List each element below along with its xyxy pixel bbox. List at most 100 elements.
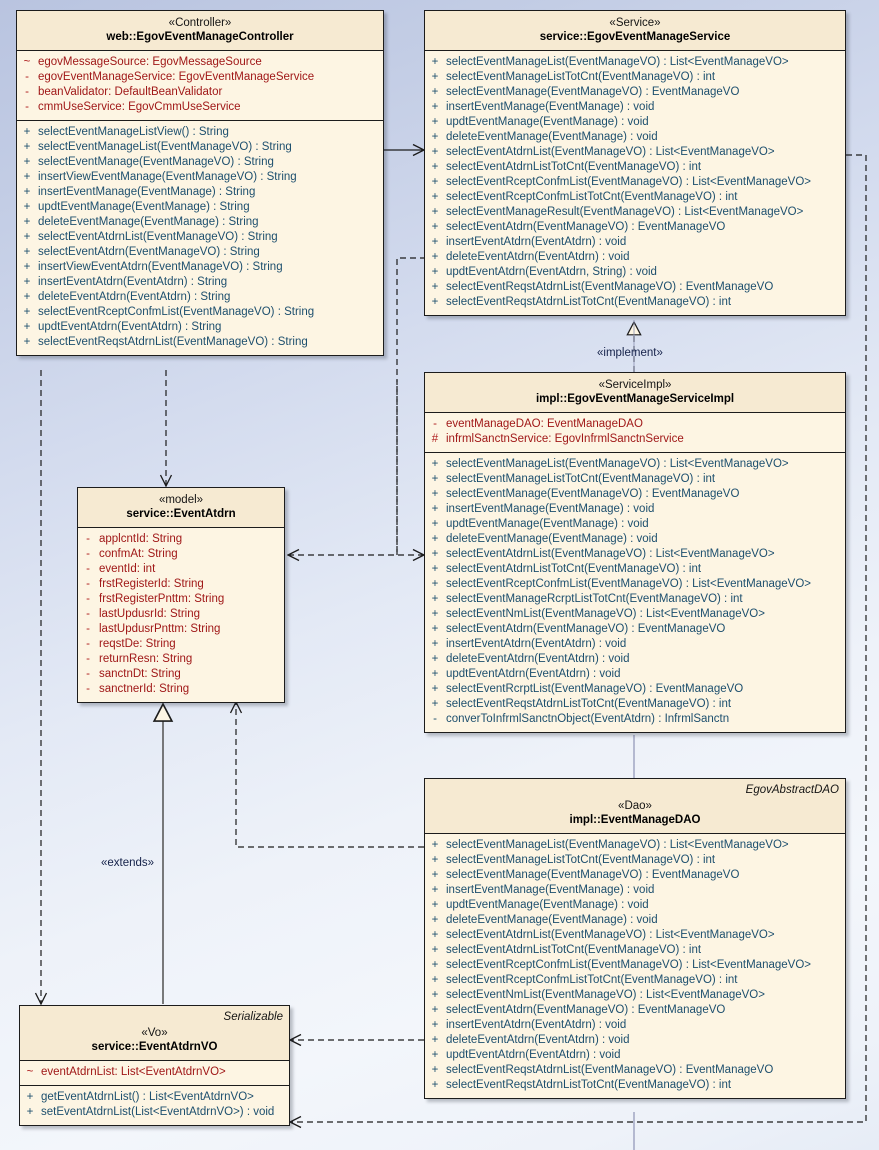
method-signature: updtEventAtdrn(EventAtdrn) : void [446,1049,621,1061]
method-row: + selectEventAtdrn(EventManageVO) : Event… [427,220,843,235]
method-signature: insertEventAtdrn(EventAtdrn) : void [446,236,627,248]
attribute-row: - lastUpdusrId: String [80,607,282,622]
visibility-marker: + [431,638,439,650]
attribute-signature: sanctnerId: String [99,683,190,695]
method-signature: selectEventAtdrnListTotCnt(EventManageVO… [446,563,702,575]
visibility-marker: + [23,201,31,213]
method-signature: insertEventAtdrn(EventAtdrn) : void [446,1019,627,1031]
method-signature: insertEventManage(EventManage) : String [38,186,256,198]
method-row: + selectEventNmList(EventManageVO) : List… [427,607,843,622]
class-box-dao[interactable]: EgovAbstractDAO «Dao» impl::EventManageD… [424,778,846,1099]
method-row: + selectEventManageListTotCnt(EventManage… [427,472,843,487]
method-row: - converToInfrmlSanctnObject(EventAtdrn) … [427,712,843,727]
method-row: + selectEventManageListTotCnt(EventManage… [427,70,843,85]
visibility-marker: + [431,578,439,590]
method-row: + selectEventManageList(EventManageVO) : … [19,140,381,155]
attribute-signature: sanctnDt: String [99,668,181,680]
visibility-marker: + [431,251,439,263]
visibility-marker: - [25,71,29,83]
method-row: + selectEventManageList(EventManageVO) : … [427,55,843,70]
class-box-service-impl[interactable]: «ServiceImpl» impl::EgovEventManageServi… [424,372,846,733]
method-signature: selectEventReqstAtdrnListTotCnt(EventMan… [446,698,732,710]
class-box-controller[interactable]: «Controller» web::EgovEventManageControl… [16,10,384,356]
class-name: impl::EgovEventManageServiceImpl [535,393,735,405]
attribute-row: ~ eventAtdrnList: List<EventAtdrnVO> [22,1065,287,1080]
method-row: + deleteEventManage(EventManage) : void [427,913,843,928]
visibility-marker: + [23,246,31,258]
visibility-marker: + [431,899,439,911]
method-row: + selectEventRceptConfmList(EventManageVO… [427,958,843,973]
method-signature: getEventAtdrnList() : List<EventAtdrnVO> [41,1091,254,1103]
visibility-marker: + [431,473,439,485]
class-box-service[interactable]: «Service» service::EgovEventManageServic… [424,10,846,316]
method-row: + selectEventReqstAtdrnList(EventManageVO… [427,280,843,295]
method-signature: converToInfrmlSanctnObject(EventAtdrn) :… [446,713,730,725]
visibility-marker: + [23,156,31,168]
visibility-marker: ~ [26,1066,34,1078]
visibility-marker: + [431,56,439,68]
methods-compartment: + selectEventManageList(EventManageVO) : … [425,834,845,1098]
class-header-dao: EgovAbstractDAO «Dao» impl::EventManageD… [425,779,845,834]
method-signature: selectEventManageList(EventManageVO) : L… [446,839,789,851]
class-name: service::EventAtdrnVO [91,1041,218,1053]
methods-compartment: + selectEventManageListView() : String + s… [17,120,383,355]
method-signature: selectEventRceptConfmList(EventManageVO)… [38,306,315,318]
visibility-marker: + [431,1004,439,1016]
method-signature: selectEventAtdrn(EventManageVO) : String [38,246,260,258]
attribute-row: # infrmlSanctnService: EgovInfrmlSanctnSe… [427,432,843,447]
method-row: + insertEventManage(EventManage) : String [19,185,381,200]
method-signature: deleteEventAtdrn(EventAtdrn) : void [446,653,630,665]
method-signature: selectEventRceptConfmList(EventManageVO)… [446,959,811,971]
methods-compartment: + getEventAtdrnList() : List<EventAtdrnVO… [20,1085,289,1125]
method-row: + insertEventAtdrn(EventAtdrn) : String [19,275,381,290]
method-row: + selectEventRceptConfmList(EventManageVO… [19,305,381,320]
method-signature: selectEventReqstAtdrnListTotCnt(EventMan… [446,1079,732,1091]
class-stereotype: «Dao» [618,800,652,812]
visibility-marker: + [431,281,439,293]
method-signature: updtEventAtdrn(EventAtdrn, String) : voi… [446,266,657,278]
method-signature: selectEventAtdrnList(EventManageVO) : Li… [446,548,775,560]
method-signature: selectEventManage(EventManageVO) : Event… [446,86,740,98]
edge-label-extends: «extends» [101,857,155,869]
method-row: + deleteEventManage(EventManage) : String [19,215,381,230]
visibility-marker: + [23,306,31,318]
edge-label-implement: «implement» [597,347,663,359]
method-signature: insertViewEventAtdrn(EventManageVO) : St… [38,261,283,273]
visibility-marker: + [431,869,439,881]
method-row: + insertEventAtdrn(EventAtdrn) : void [427,1018,843,1033]
class-box-model-event-atdrn[interactable]: «model» service::EventAtdrn - applcntId: … [77,487,285,703]
method-signature: selectEventManage(EventManageVO) : Event… [446,488,740,500]
method-row: + insertEventManage(EventManage) : void [427,100,843,115]
method-row: + selectEventRceptConfmList(EventManageVO… [427,175,843,190]
visibility-marker: + [431,296,439,308]
method-row: + updtEventManage(EventManage) : void [427,517,843,532]
visibility-marker: + [431,563,439,575]
visibility-marker: + [431,458,439,470]
method-signature: deleteEventAtdrn(EventAtdrn) : void [446,251,630,263]
visibility-marker: - [25,86,29,98]
visibility-marker: + [431,974,439,986]
method-signature: selectEventAtdrn(EventManageVO) : EventM… [446,221,726,233]
method-row: + getEventAtdrnList() : List<EventAtdrnVO… [22,1090,287,1105]
method-signature: selectEventAtdrnList(EventManageVO) : St… [38,231,278,243]
method-row: + deleteEventManage(EventManage) : void [427,130,843,145]
class-box-vo-event-atdrn-vo[interactable]: Serializable «Vo» service::EventAtdrnVO … [19,1005,290,1126]
visibility-marker: + [23,261,31,273]
visibility-marker: + [23,126,31,138]
method-row: + updtEventAtdrn(EventAtdrn, String) : vo… [427,265,843,280]
method-signature: selectEventRceptConfmListTotCnt(EventMan… [446,191,738,203]
visibility-marker: - [25,101,29,113]
uml-diagram-canvas: «Controller» web::EgovEventManageControl… [0,0,879,1150]
method-signature: selectEventManage(EventManageVO) : Strin… [38,156,274,168]
attribute-row: - sanctnerId: String [80,682,282,697]
visibility-marker: + [431,518,439,530]
method-signature: insertEventManage(EventManage) : void [446,503,655,515]
method-row: + selectEventReqstAtdrnListTotCnt(EventMa… [427,1078,843,1093]
method-row: + selectEventRceptConfmListTotCnt(EventMa… [427,190,843,205]
method-signature: selectEventManageListTotCnt(EventManageV… [446,71,716,83]
visibility-marker: + [431,191,439,203]
method-signature: deleteEventManage(EventManage) : String [38,216,259,228]
attribute-row: - eventManageDAO: EventManageDAO [427,417,843,432]
method-row: + selectEventAtdrnListTotCnt(EventManageV… [427,160,843,175]
attribute-row: - cmmUseService: EgovCmmUseService [19,100,381,115]
